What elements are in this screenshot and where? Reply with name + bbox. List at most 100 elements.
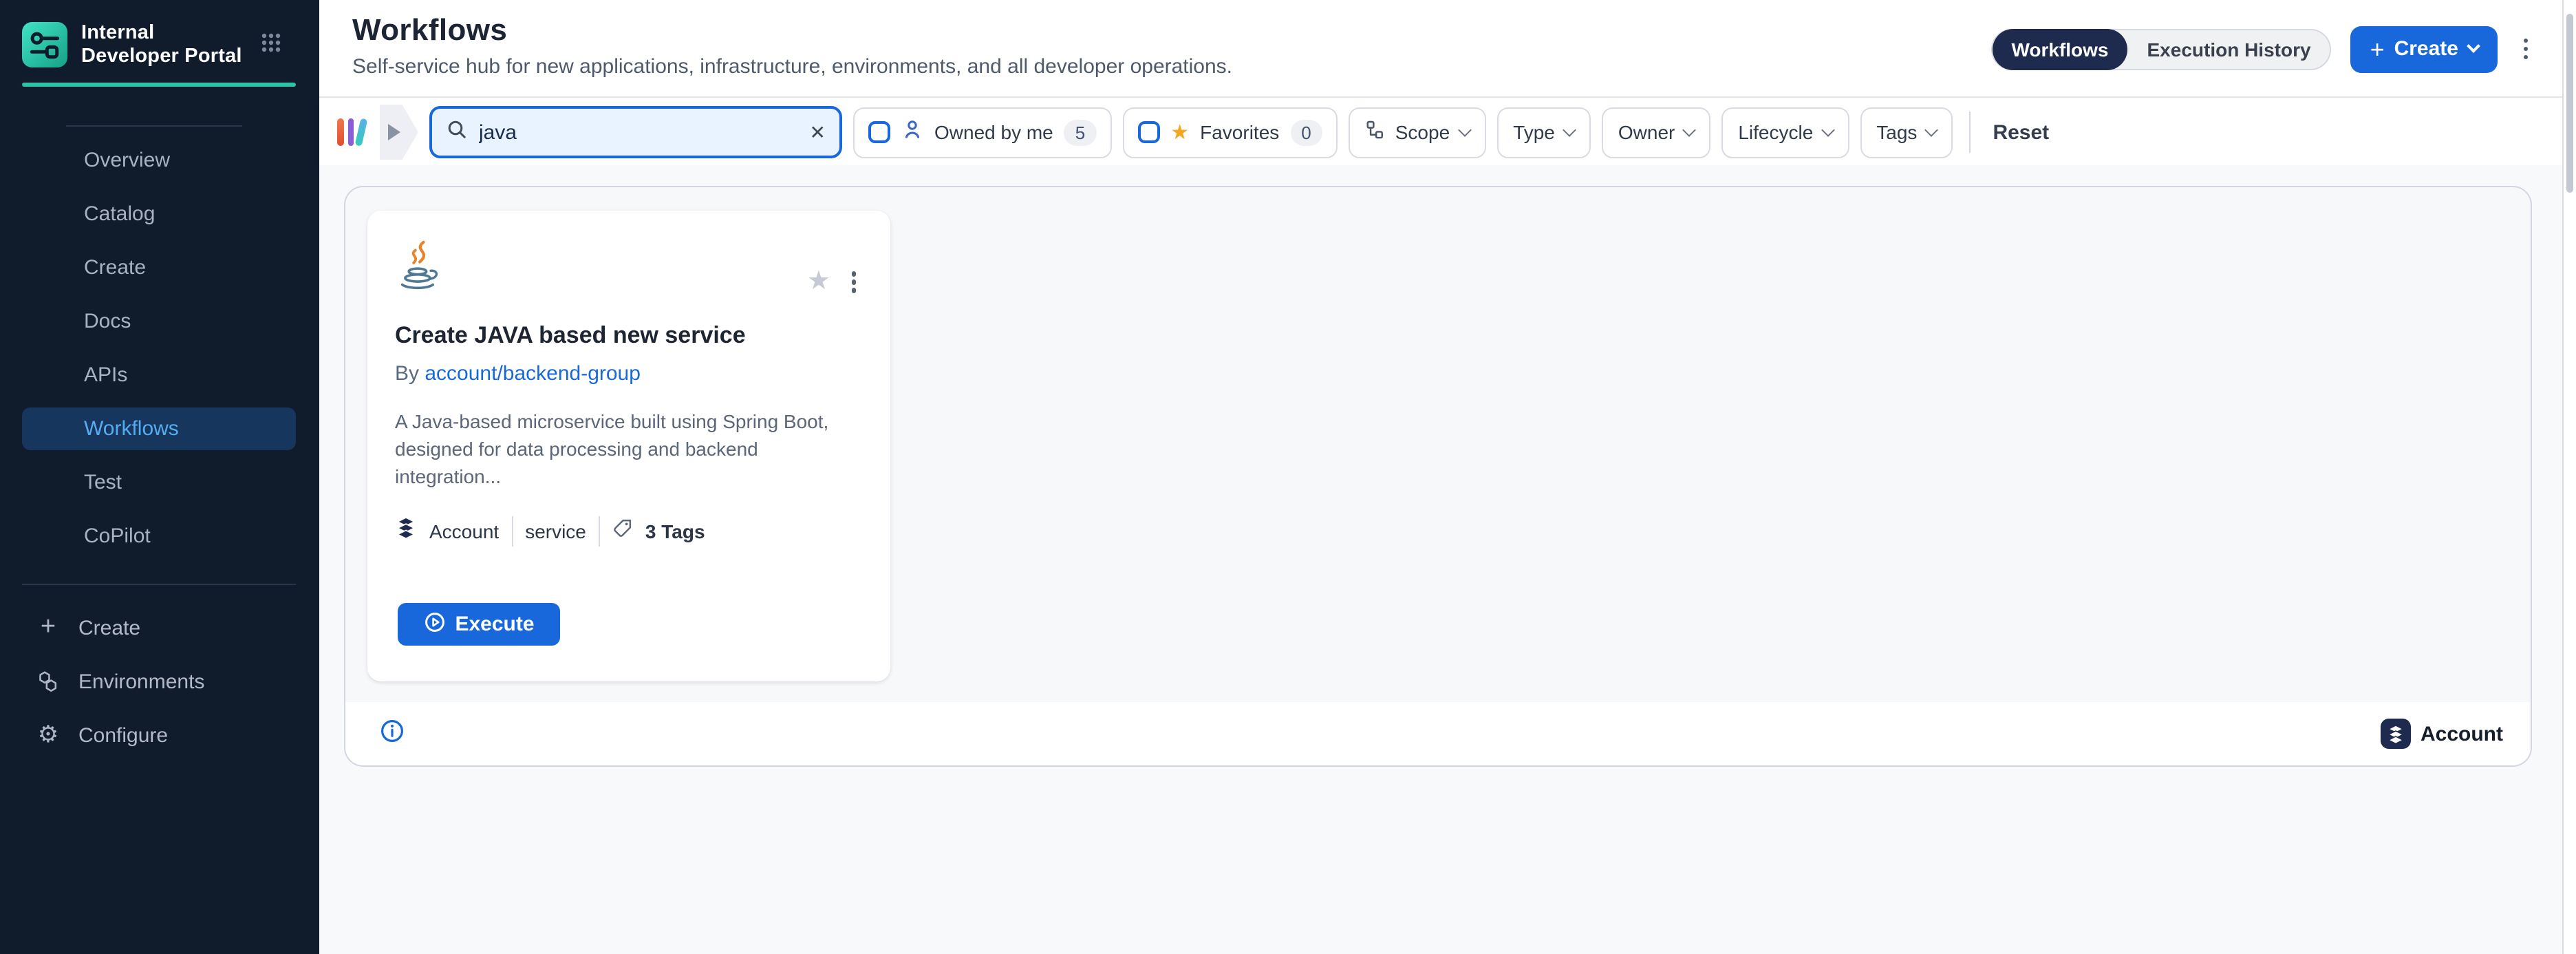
- owned-by-me-count: 5: [1064, 119, 1096, 145]
- java-logo-icon: [395, 238, 442, 303]
- filter-bar: ✕ Owned by me 5 ★ Favorites 0: [319, 99, 2562, 165]
- header-actions: Workflows Execution History + Create: [1990, 0, 2535, 98]
- page-header: Workflows Self-service hub for new appli…: [319, 0, 2562, 98]
- owner-group-link[interactable]: account/backend-group: [425, 362, 641, 385]
- page-title: Workflows: [352, 12, 507, 48]
- scrollbar-thumb[interactable]: [2566, 14, 2573, 193]
- filter-divider: [1969, 112, 1971, 153]
- execute-button[interactable]: Execute: [398, 603, 560, 646]
- tab-execution-history[interactable]: Execution History: [2128, 28, 2330, 70]
- scope-value: Account: [429, 520, 499, 542]
- chevron-down-icon: [1682, 123, 1696, 137]
- type-value: service: [525, 520, 586, 542]
- workflow-card-actions: ★: [807, 263, 863, 301]
- workflows-panel: ★ Create JAVA based new service By accou…: [344, 186, 2532, 767]
- account-layers-icon: [395, 516, 417, 547]
- sidebar-item-catalog[interactable]: Catalog: [22, 193, 296, 235]
- triangle-right-icon: [388, 124, 400, 140]
- page-scrollbar[interactable]: [2562, 0, 2576, 954]
- favorite-star-icon[interactable]: ★: [807, 269, 830, 295]
- filter-lifecycle-dropdown[interactable]: Lifecycle: [1721, 107, 1849, 158]
- scope-label: Scope: [1395, 121, 1450, 143]
- filter-scope-dropdown[interactable]: Scope: [1349, 107, 1485, 158]
- chevron-down-icon: [1563, 123, 1576, 137]
- content-area: ★ Create JAVA based new service By accou…: [319, 165, 2562, 954]
- meta-divider: [511, 516, 513, 547]
- tags-count: 3 Tags: [645, 520, 705, 542]
- chevron-down-icon: [1457, 123, 1471, 137]
- execute-button-label: Execute: [455, 613, 534, 636]
- sidebar-header: Internal Developer Portal: [22, 22, 297, 69]
- tags-label: Tags: [1876, 121, 1917, 143]
- sidebar: Internal Developer Portal Overview Catal…: [0, 0, 319, 954]
- sidebar-divider-top: [66, 125, 242, 127]
- plus-icon: +: [2370, 36, 2385, 61]
- plus-icon: +: [36, 615, 61, 640]
- sidebar-nav: Overview Catalog Create Docs APIs Workfl…: [22, 139, 296, 569]
- favorites-label: Favorites: [1200, 121, 1279, 143]
- sidebar-footer-environments[interactable]: Environments: [22, 659, 296, 703]
- sidebar-item-workflows[interactable]: Workflows: [22, 407, 296, 450]
- sidebar-footer-configure[interactable]: ⚙ Configure: [22, 713, 296, 757]
- workflow-card-description: A Java-based microservice built using Sp…: [395, 407, 849, 490]
- person-icon: [901, 118, 923, 147]
- portal-logo-icon: [22, 22, 67, 67]
- sidebar-footer-create[interactable]: + Create: [22, 606, 296, 650]
- owned-by-me-label: Owned by me: [934, 121, 1053, 143]
- tab-workflows[interactable]: Workflows: [1992, 28, 2127, 70]
- gear-icon: ⚙: [36, 723, 61, 748]
- sidebar-accent-bar: [22, 83, 296, 87]
- star-icon: ★: [1170, 122, 1189, 142]
- environments-hexagons-icon: [36, 669, 61, 694]
- favorites-count: 0: [1290, 119, 1322, 145]
- sidebar-item-copilot[interactable]: CoPilot: [22, 515, 296, 558]
- filter-owner-dropdown[interactable]: Owner: [1602, 107, 1710, 158]
- sidebar-footer: + Create Environments ⚙ Configure: [22, 606, 296, 767]
- sidebar-item-overview[interactable]: Overview: [22, 139, 296, 182]
- workflow-card-title: Create JAVA based new service: [395, 322, 863, 350]
- card-kebab-menu-icon[interactable]: [844, 263, 863, 301]
- apps-grid-icon[interactable]: [260, 32, 282, 61]
- filter-owned-by-me[interactable]: Owned by me 5: [853, 107, 1111, 158]
- chevron-down-icon: [1821, 123, 1834, 137]
- sidebar-footer-create-label: Create: [78, 616, 140, 639]
- create-button[interactable]: + Create: [2351, 25, 2497, 72]
- workflow-card-top: ★: [395, 238, 863, 303]
- filter-type-dropdown[interactable]: Type: [1496, 107, 1591, 158]
- create-button-label: Create: [2394, 37, 2458, 61]
- sidebar-item-test[interactable]: Test: [22, 461, 296, 504]
- favorites-checkbox[interactable]: [1137, 121, 1159, 143]
- search-input[interactable]: [479, 120, 799, 144]
- main-area: Workflows Self-service hub for new appli…: [319, 0, 2562, 954]
- sidebar-item-create[interactable]: Create: [22, 246, 296, 289]
- sidebar-item-apis[interactable]: APIs: [22, 354, 296, 396]
- sidebar-divider-bottom: [22, 584, 296, 585]
- sidebar-item-docs[interactable]: Docs: [22, 300, 296, 343]
- lifecycle-label: Lifecycle: [1738, 121, 1813, 143]
- workflow-card-owner: By account/backend-group: [395, 362, 863, 385]
- owned-by-me-checkbox[interactable]: [868, 121, 890, 143]
- filter-favorites[interactable]: ★ Favorites 0: [1122, 107, 1338, 158]
- filter-panel-stripes-icon: [336, 116, 369, 149]
- clear-search-icon[interactable]: ✕: [810, 120, 826, 144]
- portal-title: Internal Developer Portal: [81, 22, 249, 69]
- search-box: ✕: [429, 106, 842, 158]
- account-badge: Account: [2381, 719, 2503, 749]
- workflow-card-meta: Account service 3 Tags: [395, 516, 705, 547]
- play-circle-icon: [423, 611, 445, 637]
- by-prefix: By: [395, 362, 419, 385]
- meta-divider: [599, 516, 600, 547]
- account-badge-label: Account: [2421, 722, 2503, 745]
- search-icon: [446, 118, 468, 147]
- sidebar-footer-environments-label: Environments: [78, 670, 204, 693]
- reset-filters-button[interactable]: Reset: [1987, 120, 2054, 144]
- filter-tags-dropdown[interactable]: Tags: [1860, 107, 1953, 158]
- chevron-down-icon: [1925, 123, 1939, 137]
- sidebar-footer-configure-label: Configure: [78, 723, 168, 747]
- app-root: Internal Developer Portal Overview Catal…: [0, 0, 2576, 954]
- header-kebab-menu-icon[interactable]: [2516, 30, 2535, 68]
- expand-filters-button[interactable]: [380, 105, 418, 160]
- info-icon[interactable]: [380, 718, 405, 750]
- tag-icon: [612, 518, 633, 545]
- panel-footer: Account: [345, 702, 2531, 765]
